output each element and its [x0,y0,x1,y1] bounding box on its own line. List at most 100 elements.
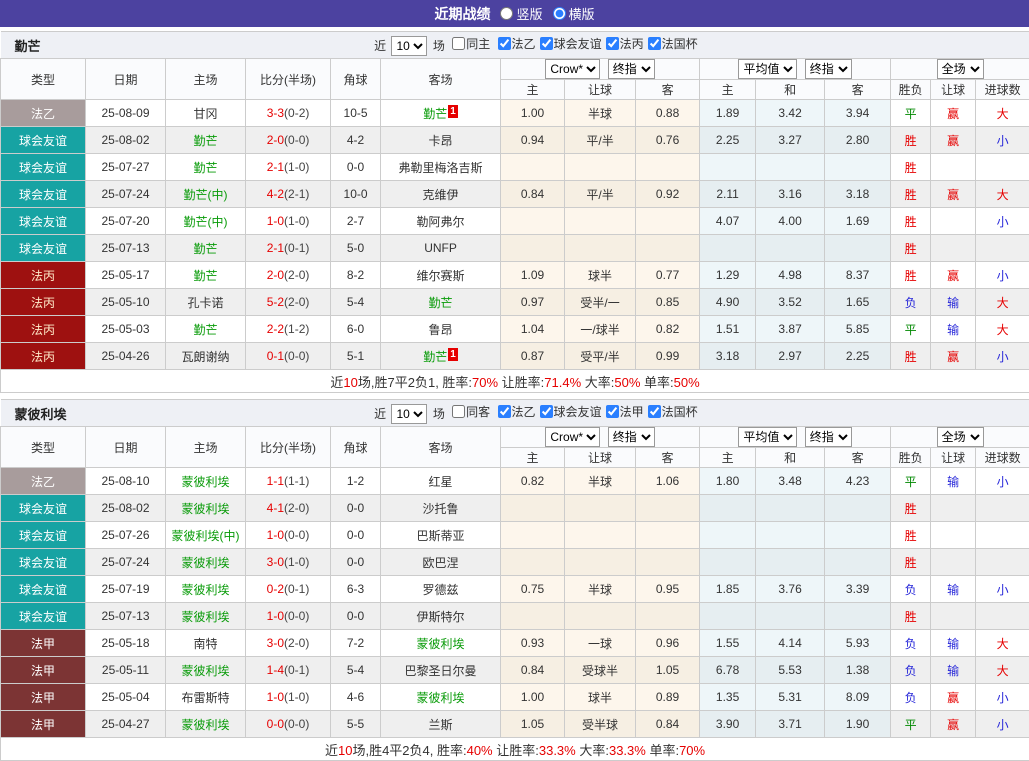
handicap-away-odds [636,549,700,576]
league-filter[interactable]: 球会友谊 [536,403,602,420]
result-scope-select[interactable]: 全场 [937,427,984,447]
league-cell: 球会友谊 [1,495,86,522]
date-cell: 25-05-10 [86,289,166,316]
table-row: 球会友谊25-07-13勤芒2-1(0-1)5-0UNFP胜 [1,235,1029,262]
average-time-select[interactable]: 终指 [805,427,852,447]
handicap-line: 受半球 [565,711,636,738]
vertical-layout-radio[interactable] [500,7,513,20]
result-goals: 小 [976,684,1029,711]
league-checkbox[interactable] [540,405,553,418]
league-checkbox[interactable] [648,37,661,50]
layout-horizontal-option[interactable]: 横版 [553,4,595,23]
table-row: 法甲25-05-04布雷斯特1-0(1-0)4-6蒙彼利埃1.00球半0.891… [1,684,1029,711]
summary-segment: 70% [472,375,498,390]
league-checkbox[interactable] [606,37,619,50]
league-checkbox[interactable] [648,405,661,418]
subheader-cell: 胜负 [891,80,931,100]
result-scope-select[interactable]: 全场 [937,59,984,79]
away-team: 维尔赛斯 [381,262,501,289]
layout-vertical-option[interactable]: 竖版 [500,4,542,23]
date-cell: 25-04-27 [86,711,166,738]
avg-home-odds: 1.55 [700,630,756,657]
same-venue-filter[interactable]: 同客 [448,403,490,420]
col-header-corner: 角球 [331,427,381,468]
score-cell: 4-1(2-0) [246,495,331,522]
date-cell: 25-05-18 [86,630,166,657]
same-venue-checkbox[interactable] [452,37,465,50]
league-filter-label: 法乙 [512,403,536,420]
home-team-name: 勤芒 [194,269,218,283]
league-checkbox[interactable] [498,405,511,418]
handicap-home-odds: 1.00 [501,100,565,127]
result-outcome: 胜 [891,262,931,289]
league-filter[interactable]: 法乙 [494,403,536,420]
away-team: 鲁昂 [381,316,501,343]
col-header-score: 比分(半场) [246,59,331,100]
avg-draw-odds [756,549,825,576]
fulltime-score: 3-0 [267,636,284,650]
result-outcome: 胜 [891,235,931,262]
league-checkbox[interactable] [540,37,553,50]
odds-company-select[interactable]: Crow* [545,427,600,447]
odds-time-select[interactable]: 终指 [608,59,655,79]
result-goals: 小 [976,576,1029,603]
away-team: 巴黎圣日尔曼 [381,657,501,684]
league-filter[interactable]: 法乙 [494,35,536,52]
league-filter[interactable]: 法国杯 [644,35,698,52]
table-row: 法乙25-08-09甘冈3-3(0-2)10-5勤芒11.00半球0.881.8… [1,100,1029,127]
odds-company-select[interactable]: Crow* [545,59,600,79]
league-filter[interactable]: 球会友谊 [536,35,602,52]
summary-segment: 40% [467,743,493,758]
same-venue-filter[interactable]: 同主 [448,35,490,52]
avg-away-odds: 1.90 [825,711,891,738]
avg-home-odds: 6.78 [700,657,756,684]
band-spacer [700,400,1029,427]
result-goals: 大 [976,630,1029,657]
league-filter[interactable]: 法甲 [602,403,644,420]
fulltime-score: 2-0 [267,268,284,282]
league-checkbox[interactable] [498,37,511,50]
corner-cell: 0-0 [331,522,381,549]
result-outcome: 胜 [891,181,931,208]
league-filter[interactable]: 法丙 [602,35,644,52]
league-filter[interactable]: 法国杯 [644,403,698,420]
result-goals: 大 [976,181,1029,208]
subheader-cell: 主 [501,448,565,468]
avg-away-odds [825,495,891,522]
average-time-select[interactable]: 终指 [805,59,852,79]
match-count-select[interactable]: 10 [391,404,427,424]
same-venue-checkbox[interactable] [452,405,465,418]
table-row: 法丙25-04-26瓦朗谢纳0-1(0-0)5-1勤芒10.87受平/半0.99… [1,343,1029,370]
halftime-score: (1-0) [284,555,309,569]
league-filters: 法乙球会友谊法丙法国杯 [494,39,698,53]
horizontal-layout-radio[interactable] [553,7,566,20]
league-checkbox[interactable] [606,405,619,418]
avg-away-odds [825,522,891,549]
match-count-select[interactable]: 10 [391,36,427,56]
halftime-score: (1-1) [284,474,309,488]
date-cell: 25-07-13 [86,603,166,630]
col-header-date: 日期 [86,59,166,100]
summary-segment: 10 [343,375,357,390]
league-cell: 法乙 [1,100,86,127]
home-team-name: 蒙彼利埃 [182,664,230,678]
handicap-line [565,522,636,549]
odds-time-select[interactable]: 终指 [608,427,655,447]
average-type-select[interactable]: 平均值 [738,59,797,79]
summary-segment: 让胜率: [498,375,544,390]
result-goals [976,603,1029,630]
avg-away-odds: 1.69 [825,208,891,235]
subheader-cell: 胜负 [891,448,931,468]
avg-home-odds [700,154,756,181]
result-outcome: 负 [891,630,931,657]
average-type-select[interactable]: 平均值 [738,427,797,447]
filter-controls: 近 10 场 同主 法乙球会友谊法丙法国杯 [246,32,700,59]
fulltime-score: 2-2 [267,322,284,336]
league-cell: 法丙 [1,262,86,289]
result-outcome: 负 [891,576,931,603]
filter-controls: 近 10 场 同客 法乙球会友谊法甲法国杯 [246,400,700,427]
result-handicap [931,495,976,522]
avg-home-odds: 3.90 [700,711,756,738]
result-goals: 大 [976,657,1029,684]
score-cell: 1-0(1-0) [246,208,331,235]
